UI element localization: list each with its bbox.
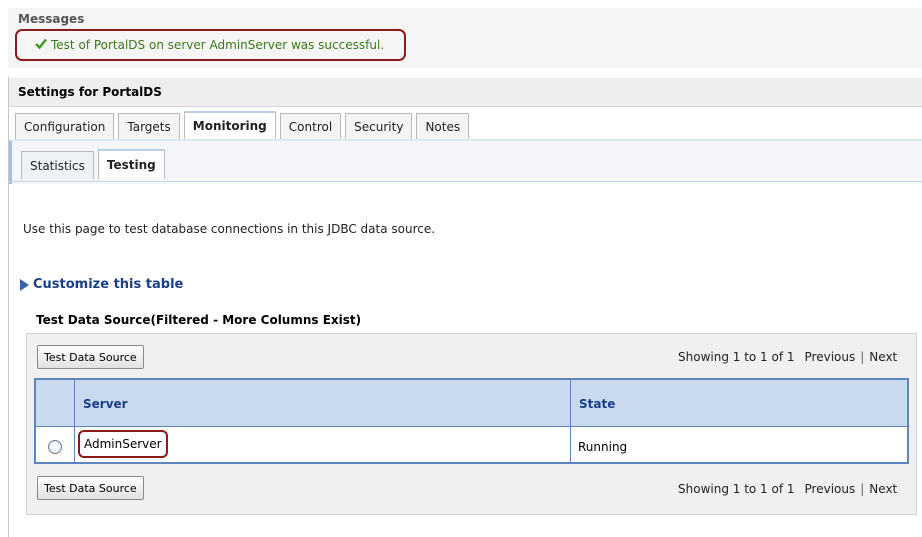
main-tabs: Configuration Targets Monitoring Control… (15, 111, 473, 141)
header-divider (36, 426, 907, 427)
test-data-source-button-bottom[interactable]: Test Data Source (37, 476, 144, 500)
column-divider (570, 380, 571, 462)
pager-next-link[interactable]: Next (869, 482, 897, 496)
pager-top: Showing 1 to 1 of 1 Previous | Next (678, 350, 897, 364)
tab-notes[interactable]: Notes (416, 113, 470, 139)
pager-separator: | (860, 482, 865, 496)
pager-previous-link[interactable]: Previous (805, 482, 856, 496)
tab-targets[interactable]: Targets (118, 113, 180, 139)
settings-title: Settings for PortalDS (18, 85, 162, 99)
page-description: Use this page to test database connectio… (23, 222, 436, 236)
row-select-radio[interactable] (48, 440, 62, 454)
table-title: Test Data Source(Filtered - More Columns… (36, 313, 362, 327)
customize-table-label: Customize this table (33, 277, 184, 292)
sub-tabs: Statistics Testing (21, 149, 169, 181)
cell-server-text: AdminServer (84, 437, 162, 451)
subtab-row-divider (9, 181, 922, 182)
subtab-statistics[interactable]: Statistics (21, 151, 94, 179)
pager-next-link[interactable]: Next (869, 350, 897, 364)
expand-triangle-icon (20, 278, 29, 291)
cell-state: Running (578, 440, 628, 454)
tab-monitoring[interactable]: Monitoring (183, 111, 276, 139)
pager-previous-link[interactable]: Previous (805, 350, 856, 364)
column-header-state[interactable]: State (579, 397, 615, 411)
column-divider (74, 380, 75, 462)
table-header-row (36, 380, 907, 426)
pager-bottom: Showing 1 to 1 of 1 Previous | Next (678, 482, 897, 496)
customize-table-link[interactable]: Customize this table (20, 277, 183, 292)
tab-control[interactable]: Control (279, 113, 342, 139)
messages-title: Messages (18, 12, 85, 26)
pager-separator: | (860, 350, 865, 364)
pager-showing: Showing 1 to 1 of 1 (678, 350, 795, 364)
test-data-source-button-top[interactable]: Test Data Source (37, 345, 144, 369)
success-message-text: Test of PortalDS on server AdminServer w… (51, 38, 385, 52)
tab-configuration[interactable]: Configuration (15, 113, 115, 139)
column-header-server[interactable]: Server (83, 397, 128, 411)
success-message: Test of PortalDS on server AdminServer w… (15, 29, 406, 61)
check-icon (35, 38, 47, 52)
tab-security[interactable]: Security (345, 113, 413, 139)
pager-showing: Showing 1 to 1 of 1 (678, 482, 795, 496)
cell-server: AdminServer (78, 430, 168, 458)
subtab-testing[interactable]: Testing (97, 149, 165, 179)
